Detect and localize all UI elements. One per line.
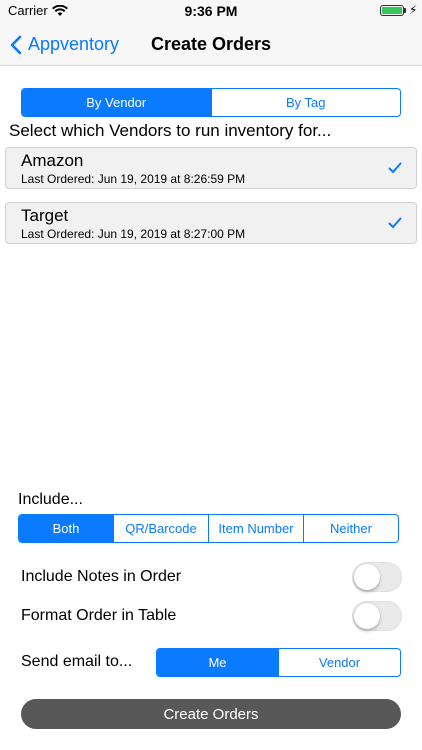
segment-neither[interactable]: Neither bbox=[303, 515, 398, 542]
create-orders-button[interactable]: Create Orders bbox=[21, 699, 401, 729]
mode-segmented-control: By Vendor By Tag bbox=[21, 88, 401, 117]
vendor-last-ordered: Last Ordered: Jun 19, 2019 at 8:27:00 PM bbox=[21, 227, 246, 241]
battery-icon bbox=[380, 5, 404, 16]
vendor-name: Amazon bbox=[21, 151, 84, 170]
checkmark-icon bbox=[388, 161, 402, 179]
charging-bolt-icon: ⚡ bbox=[409, 3, 418, 17]
include-notes-label: Include Notes in Order bbox=[21, 568, 182, 585]
include-label: Include... bbox=[18, 491, 83, 508]
include-segmented-control: Both QR/Barcode Item Number Neither bbox=[18, 514, 399, 543]
page-title: Create Orders bbox=[150, 34, 272, 54]
segment-item-number[interactable]: Item Number bbox=[208, 515, 303, 542]
checkmark-icon bbox=[388, 216, 402, 234]
segment-by-vendor[interactable]: By Vendor bbox=[22, 89, 211, 116]
vendor-name: Target bbox=[21, 206, 69, 225]
clock: 9:36 PM bbox=[184, 3, 238, 19]
segment-me[interactable]: Me bbox=[157, 649, 278, 676]
vendor-last-ordered: Last Ordered: Jun 19, 2019 at 8:26:59 PM bbox=[21, 172, 246, 186]
battery-nub bbox=[404, 8, 406, 13]
format-table-label: Format Order in Table bbox=[21, 607, 177, 624]
segment-both[interactable]: Both bbox=[19, 515, 113, 542]
vendor-row-amazon[interactable]: Amazon Last Ordered: Jun 19, 2019 at 8:2… bbox=[5, 147, 417, 189]
instruction-text: Select which Vendors to run inventory fo… bbox=[9, 121, 332, 140]
segment-by-tag[interactable]: By Tag bbox=[210, 89, 401, 116]
segment-qr-barcode[interactable]: QR/Barcode bbox=[113, 515, 208, 542]
format-table-switch[interactable] bbox=[352, 601, 402, 631]
send-email-label: Send email to... bbox=[21, 653, 133, 670]
include-notes-switch[interactable] bbox=[352, 562, 402, 592]
segment-vendor[interactable]: Vendor bbox=[278, 649, 400, 676]
send-email-segmented-control: Me Vendor bbox=[156, 648, 401, 677]
vendor-row-target[interactable]: Target Last Ordered: Jun 19, 2019 at 8:2… bbox=[5, 202, 417, 244]
